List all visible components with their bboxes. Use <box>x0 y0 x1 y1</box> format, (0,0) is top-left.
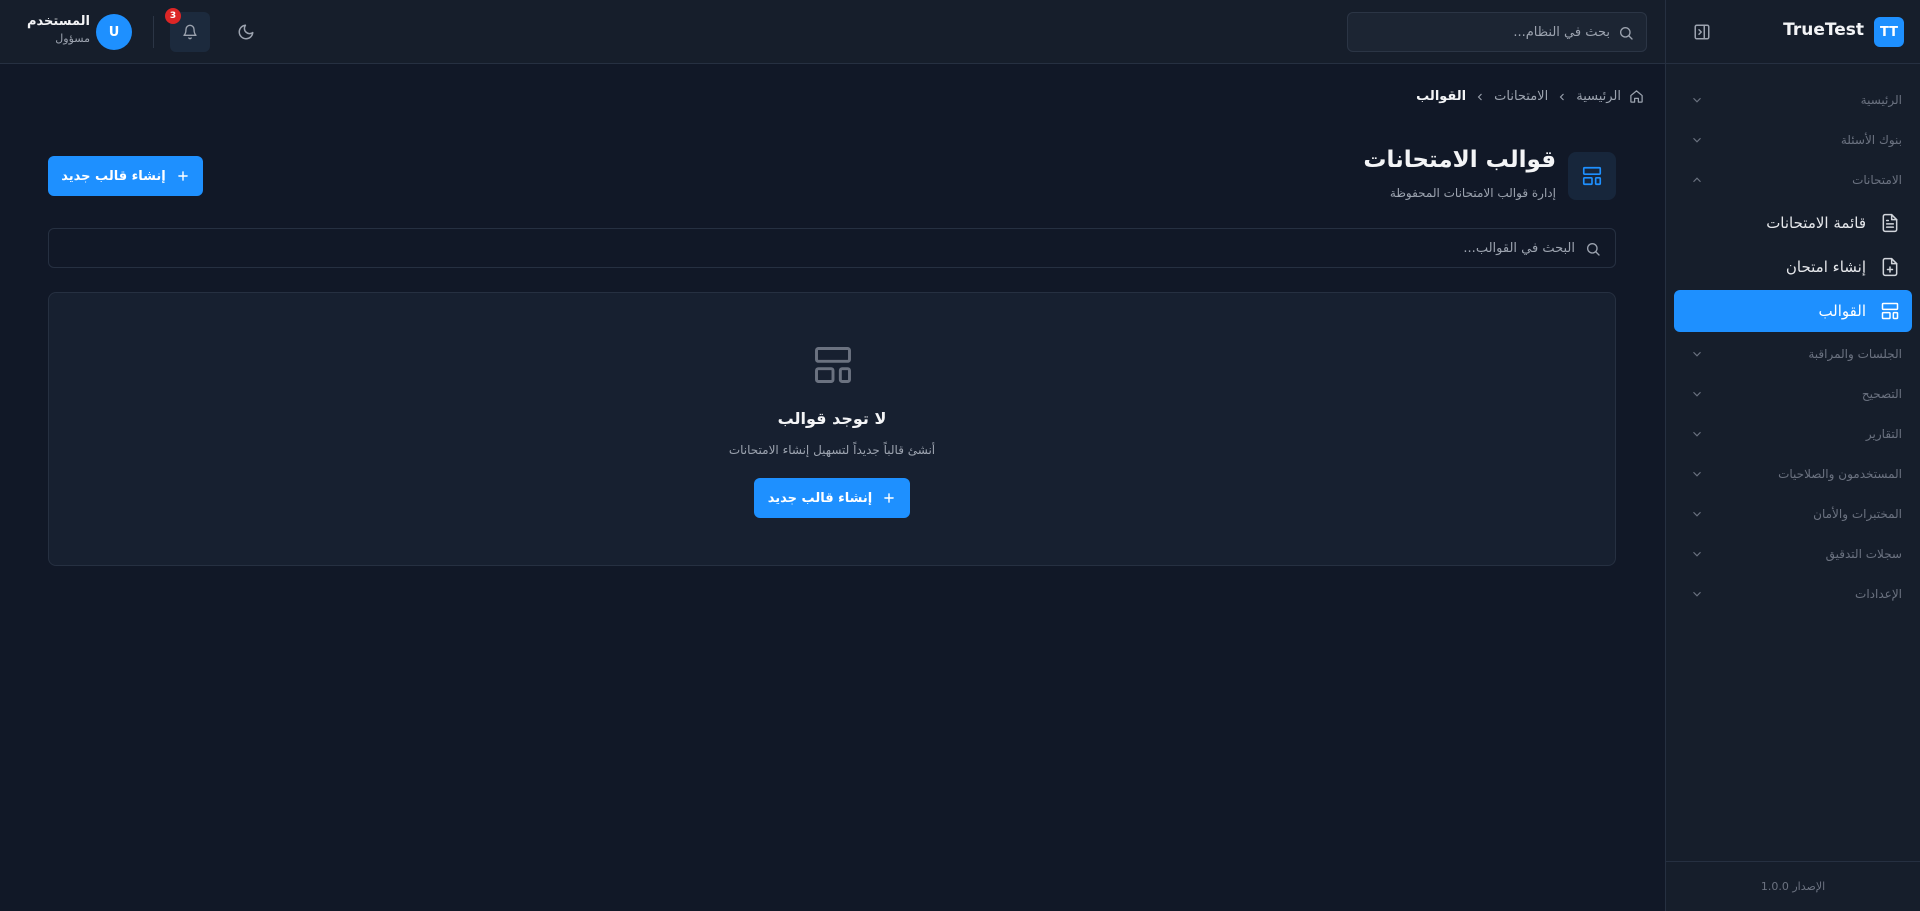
breadcrumb-exams[interactable]: الامتحانات <box>1494 89 1548 104</box>
sidebar-item-exam-list[interactable]: قائمة الامتحانات <box>1674 202 1912 244</box>
brand-logo: TT <box>1874 17 1904 47</box>
sidebar-group-grading[interactable]: التصحيح <box>1666 374 1920 414</box>
breadcrumb-home[interactable]: الرئيسية <box>1576 89 1621 104</box>
chevron-down-icon <box>1690 507 1704 521</box>
chevron-down-icon <box>1690 587 1704 601</box>
divider <box>153 16 154 48</box>
create-template-button[interactable]: إنشاء قالب جديد <box>48 156 203 196</box>
sidebar-group-label: بنوك الأسئلة <box>1840 133 1902 147</box>
home-icon[interactable] <box>1629 89 1644 104</box>
sidebar: TT TrueTest الرئيسية بنوك الأسئلة الامتح… <box>1665 0 1920 911</box>
sidebar-item-create-exam[interactable]: إنشاء امتحان <box>1674 246 1912 288</box>
sidebar-group-home[interactable]: الرئيسية <box>1666 80 1920 120</box>
sidebar-group-label: الامتحانات <box>1852 173 1902 187</box>
sidebar-group-labs-security[interactable]: المختبرات والأمان <box>1666 494 1920 534</box>
sidebar-group-reports[interactable]: التقارير <box>1666 414 1920 454</box>
plus-icon <box>882 491 896 505</box>
file-text-icon <box>1880 213 1900 233</box>
brand-name: TrueTest <box>1783 20 1864 40</box>
notification-count-badge: 3 <box>165 8 181 24</box>
sidebar-group-settings[interactable]: الإعدادات <box>1666 574 1920 614</box>
file-plus-icon <box>1880 257 1900 277</box>
version-label: الإصدار 1.0.0 <box>1666 861 1920 911</box>
layout-template-icon <box>1880 301 1900 321</box>
chevron-down-icon <box>1690 93 1704 107</box>
sidebar-group-label: التقارير <box>1865 427 1902 441</box>
empty-state-title: لا توجد قوالب <box>777 409 887 428</box>
sidebar-group-label: المختبرات والأمان <box>1813 507 1902 521</box>
sidebar-item-label: إنشاء امتحان <box>1785 258 1866 276</box>
avatar[interactable]: U <box>96 14 132 50</box>
sidebar-item-label: القوالب <box>1818 302 1866 320</box>
sidebar-nav: الرئيسية بنوك الأسئلة الامتحانات قائمة ا… <box>1666 80 1920 614</box>
sidebar-group-audit-logs[interactable]: سجلات التدقيق <box>1666 534 1920 574</box>
sidebar-group-label: المستخدمون والصلاحيات <box>1778 467 1902 481</box>
sidebar-group-label: الرئيسية <box>1860 93 1902 107</box>
chevron-left-icon <box>1556 91 1568 103</box>
empty-state-description: أنشئ قالباً جديداً لتسهيل إنشاء الامتحان… <box>728 443 936 457</box>
global-search[interactable] <box>1347 12 1647 52</box>
sidebar-group-label: الإعدادات <box>1855 587 1902 601</box>
page-header-icon <box>1568 152 1616 200</box>
plus-icon <box>176 169 190 183</box>
chevron-down-icon <box>1690 133 1704 147</box>
page-subtitle: إدارة قوالب الامتحانات المحفوظة <box>1389 186 1556 200</box>
template-search-input[interactable] <box>175 229 1575 267</box>
breadcrumb: الرئيسية الامتحانات القوالب <box>1416 89 1644 104</box>
user-name: المستخدم <box>27 14 90 29</box>
sidebar-collapse-icon[interactable] <box>1693 23 1711 41</box>
sidebar-group-sessions[interactable]: الجلسات والمراقبة <box>1666 334 1920 374</box>
chevron-left-icon <box>1474 91 1486 103</box>
search-icon <box>1618 25 1634 41</box>
chevron-up-icon <box>1690 173 1704 187</box>
layout-template-icon <box>1582 166 1602 186</box>
sidebar-group-exams[interactable]: الامتحانات <box>1666 160 1920 200</box>
sidebar-item-templates[interactable]: القوالب <box>1674 290 1912 332</box>
sidebar-item-label: قائمة الامتحانات <box>1766 214 1866 232</box>
empty-create-template-button[interactable]: إنشاء قالب جديد <box>754 478 910 518</box>
sidebar-group-users[interactable]: المستخدمون والصلاحيات <box>1666 454 1920 494</box>
sidebar-group-label: الجلسات والمراقبة <box>1808 347 1902 361</box>
template-search[interactable] <box>48 228 1616 268</box>
chevron-down-icon <box>1690 467 1704 481</box>
notifications-button[interactable]: 3 <box>165 8 210 52</box>
bell-icon <box>182 24 198 40</box>
page-title: قوالب الامتحانات <box>1363 147 1556 173</box>
empty-create-template-label: إنشاء قالب جديد <box>767 490 873 506</box>
chevron-down-icon <box>1690 387 1704 401</box>
global-search-input[interactable] <box>1360 13 1610 51</box>
create-template-label: إنشاء قالب جديد <box>61 168 166 184</box>
moon-icon[interactable] <box>237 23 255 41</box>
topbar: 3 U المستخدم مسؤول <box>0 0 1665 64</box>
empty-state-card: لا توجد قوالب أنشئ قالباً جديداً لتسهيل … <box>48 292 1616 566</box>
sidebar-group-label: التصحيح <box>1861 387 1902 401</box>
sidebar-header: TT TrueTest <box>1666 0 1920 64</box>
layout-template-icon <box>811 343 855 387</box>
chevron-down-icon <box>1690 347 1704 361</box>
sidebar-group-label: سجلات التدقيق <box>1825 547 1902 561</box>
breadcrumb-current: القوالب <box>1416 89 1467 104</box>
user-info[interactable]: المستخدم مسؤول <box>20 14 90 45</box>
search-icon <box>1585 241 1601 257</box>
chevron-down-icon <box>1690 427 1704 441</box>
user-role: مسؤول <box>55 32 90 45</box>
chevron-down-icon <box>1690 547 1704 561</box>
sidebar-group-question-banks[interactable]: بنوك الأسئلة <box>1666 120 1920 160</box>
